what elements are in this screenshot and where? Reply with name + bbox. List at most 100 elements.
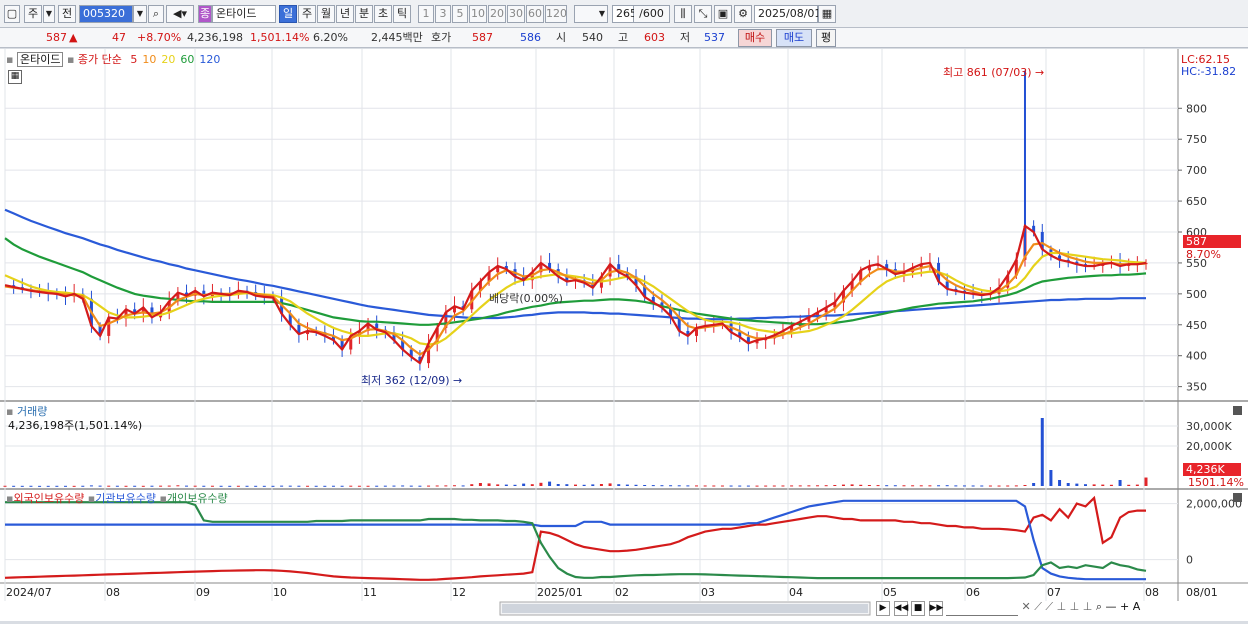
volume-bar-62 [539,482,543,486]
indicator-icon[interactable]: ⤡ [694,5,712,23]
low-price: 537 [704,31,725,44]
interval-tab-20[interactable]: 20 [488,5,506,23]
volume-bar-112 [971,485,975,487]
x-label-13: 08 [1145,586,1159,599]
ma-legend-60: 60 [180,53,195,66]
x-label-12: 07 [1047,586,1061,599]
volume-bar-66 [574,484,577,486]
interval-tab-30[interactable]: 30 [507,5,525,23]
period-tab-3[interactable]: 년 [336,5,354,23]
x-label-8: 03 [701,586,715,599]
interval-tab-10[interactable]: 10 [469,5,487,23]
interval-tab-3[interactable]: 3 [435,5,451,23]
volume-bar-89 [772,485,776,487]
save-icon[interactable]: ▣ [714,5,732,23]
draw-tools-icon[interactable]: ✕ ⟋ ⟋ ⊥ ⊥ ⊥ [1022,600,1093,613]
x-label-6: 2025/01 [537,586,583,599]
window-icon[interactable]: ▢ [4,5,20,23]
volume-bar-87 [755,485,759,487]
interval-tab-60[interactable]: 60 [526,5,544,23]
volume-bar-84 [729,485,733,487]
volume-bar-120 [1040,418,1044,486]
interval-tab-1[interactable]: 1 [418,5,434,23]
interval-dropdown[interactable]: ▼ [574,5,608,23]
x-label-1: 08 [106,586,120,599]
rewind-icon[interactable]: ◀◀ [893,601,908,616]
ma-legend-5: 5 [130,53,138,66]
forward-icon[interactable]: ▶▶ [928,601,943,616]
volume-legend: ▪ 거래량 [6,405,48,418]
period-tab-5[interactable]: 초 [374,5,392,23]
volume-bar-22 [193,485,197,487]
volume-bar-27 [236,485,240,487]
interval-tab-120[interactable]: 120 [545,5,567,23]
stop-icon[interactable]: ■ [911,601,925,616]
date-input[interactable]: 2025/08/01 [754,5,821,23]
interval-tab-5[interactable]: 5 [452,5,468,23]
search-icon[interactable]: ⌕ [148,5,164,23]
volume-bar-60 [522,483,526,486]
price-legend: ▪ 온타이드 ▪ 종가 단순 5 10 20 60 120 [6,52,221,67]
volume-bar-63 [548,481,552,486]
legend-stock-name[interactable]: 온타이드 [16,52,64,67]
volume-bar-43 [375,485,379,487]
stock-name-field[interactable]: 온타이드 [212,5,276,23]
volume-bar-98 [850,484,854,486]
grid-table-icon[interactable]: ▦ [8,70,22,84]
period-tab-0[interactable]: 일 [279,5,297,23]
x-label-14: 08/01 [1186,586,1218,599]
period-tab-4[interactable]: 분 [355,5,373,23]
volume-bar-42 [366,485,370,487]
volume-bar-116 [1006,485,1010,487]
volume-bar-104 [902,485,906,487]
volume-bar-130 [1127,484,1131,486]
ask-price: 587 [472,31,493,44]
count-input[interactable]: 265 [612,5,637,23]
zoom-out-icon[interactable]: — [1106,600,1117,613]
period-tab-1[interactable]: 주 [298,5,316,23]
market-chevron-down-icon[interactable]: ▼ [43,5,55,23]
code-chevron-down-icon[interactable]: ▼ [133,5,147,23]
stock-type-badge: 종 [198,5,212,23]
volume-bar-38 [331,485,335,487]
volume-bar-9 [81,485,85,487]
high-label: 고 [618,31,629,44]
zoom-slider[interactable] [946,602,1018,616]
market-select[interactable]: 주 [24,5,42,23]
x-label-0: 2024/07 [6,586,52,599]
zoom-in-icon[interactable]: + [1120,600,1129,613]
avg-button[interactable]: 평 [816,29,836,47]
volume-bar-90 [781,485,785,487]
prefix-button[interactable]: 전 [58,5,76,23]
volume-bar-1 [12,485,16,487]
volume-title: 거래량 [16,405,48,418]
stock-code-input[interactable]: 005320 [79,5,133,23]
period-tab-6[interactable]: 틱 [393,5,411,23]
price-tick-label-3: 500 [1186,288,1207,301]
buy-button[interactable]: 매수 [738,29,772,47]
up-arrow-icon: ▲ [69,31,78,44]
volume-panel-close-icon[interactable] [1233,406,1242,415]
calendar-icon[interactable]: ▦ [818,5,836,23]
sell-button[interactable]: 매도 [776,29,812,47]
volume-bar-24 [210,485,214,487]
holding-line-0 [4,495,1146,581]
period-tab-2[interactable]: 월 [317,5,335,23]
chart-canvas[interactable]: 2024/07 08 09 10 11 12 2025/01 02 03 04 05 06 07 08 08… [0,49,1248,621]
volume-bar-95 [824,485,828,487]
volume-bar-82 [712,485,716,487]
sound-icon[interactable]: ◀▾ [166,5,194,23]
candle-icon[interactable]: ⫼ [674,5,692,23]
font-size-icon[interactable]: A [1133,600,1141,613]
volume-bar-68 [591,484,595,486]
zoom-icon[interactable]: ⌕ [1096,600,1102,613]
holding-panel-close-icon[interactable] [1233,493,1242,502]
volume-bar-61 [530,484,534,486]
play-icon[interactable]: ▶ [876,601,890,616]
volume-bar-34 [297,485,301,487]
toolbar: ▢ 주 ▼ 전 005320 ▼ ⌕ ◀▾ 종 온타이드 일주월년분초틱 135… [0,0,1248,28]
gear-icon[interactable]: ⚙ [734,5,752,23]
chart-area[interactable]: 2024/07 08 09 10 11 12 2025/01 02 03 04 05 06 07 08 08… [0,49,1248,621]
x-label-3: 10 [273,586,287,599]
volume-bar-49 [427,485,431,487]
